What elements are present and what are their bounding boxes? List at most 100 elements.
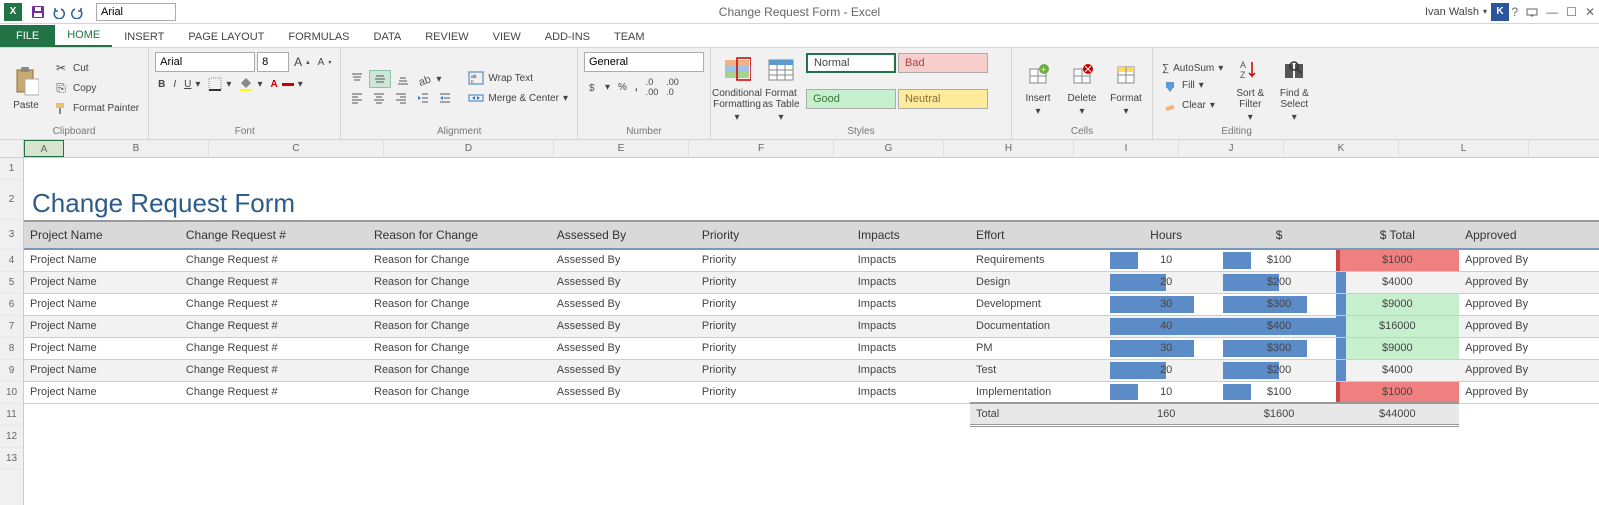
tab-view[interactable]: VIEW (481, 27, 533, 47)
undo-button[interactable] (48, 2, 68, 22)
merge-center-button[interactable]: Merge & Center ▾ (465, 89, 571, 107)
align-center-button[interactable] (369, 90, 389, 106)
cell[interactable]: Project Name (24, 293, 180, 315)
style-normal[interactable]: Normal (806, 53, 896, 73)
table-row[interactable]: Project NameChange Request #Reason for C… (24, 249, 1599, 271)
cell[interactable]: Impacts (852, 337, 970, 359)
cell[interactable]: Priority (696, 249, 852, 271)
cell-dollar[interactable]: $400 (1223, 315, 1336, 337)
tab-review[interactable]: REVIEW (413, 27, 480, 47)
close-button[interactable]: ✕ (1585, 5, 1595, 19)
cell[interactable]: Requirements (970, 249, 1110, 271)
minimize-button[interactable]: — (1546, 5, 1558, 19)
cell[interactable]: Project Name (24, 315, 180, 337)
table-row[interactable]: Project NameChange Request #Reason for C… (24, 359, 1599, 381)
conditional-formatting-button[interactable]: Conditional Formatting ▾ (717, 52, 757, 124)
align-top-button[interactable] (347, 70, 367, 88)
style-good[interactable]: Good (806, 89, 896, 109)
tab-home[interactable]: HOME (55, 25, 112, 47)
underline-button[interactable]: U ▾ (181, 76, 203, 92)
cell[interactable]: Priority (696, 293, 852, 315)
increase-decimal-button[interactable]: .0.00 (643, 76, 662, 98)
cell[interactable]: Change Request # (180, 293, 368, 315)
clear-button[interactable]: Clear ▾ (1159, 97, 1226, 115)
cell-dollar[interactable]: $200 (1223, 271, 1336, 293)
redo-button[interactable] (68, 2, 88, 22)
cell[interactable]: PM (970, 337, 1110, 359)
cell[interactable]: Implementation (970, 381, 1110, 403)
cell-dollar[interactable]: $300 (1223, 293, 1336, 315)
column-header-B[interactable]: B (64, 140, 209, 157)
cell-dollar[interactable]: $300 (1223, 337, 1336, 359)
table-header[interactable]: Approved (1459, 221, 1599, 249)
bold-button[interactable]: B (155, 76, 168, 92)
cell-dollar[interactable]: $100 (1223, 381, 1336, 403)
cell[interactable]: Change Request # (180, 359, 368, 381)
cell-hours[interactable]: 40 (1110, 315, 1223, 337)
cell-hours[interactable]: 20 (1110, 359, 1223, 381)
align-middle-button[interactable] (369, 70, 391, 88)
percent-button[interactable]: % (615, 76, 630, 98)
cell-hours[interactable]: 10 (1110, 381, 1223, 403)
tab-formulas[interactable]: FORMULAS (276, 27, 361, 47)
format-painter-button[interactable]: Format Painter (50, 99, 142, 117)
table-row[interactable]: Project NameChange Request #Reason for C… (24, 315, 1599, 337)
decrease-decimal-button[interactable]: .00.0 (663, 76, 682, 98)
tab-data[interactable]: DATA (362, 27, 414, 47)
cell[interactable]: Reason for Change (368, 359, 551, 381)
column-header-H[interactable]: H (944, 140, 1074, 157)
font-color-button[interactable]: A ▾ (267, 76, 305, 92)
accounting-format-button[interactable]: $ ▾ (584, 76, 613, 98)
cell[interactable]: Impacts (852, 293, 970, 315)
tab-page-layout[interactable]: PAGE LAYOUT (176, 27, 276, 47)
cell[interactable]: Development (970, 293, 1110, 315)
copy-button[interactable]: ⎘Copy (50, 79, 142, 97)
align-right-button[interactable] (391, 90, 411, 106)
cell[interactable]: Impacts (852, 249, 970, 271)
cell-dollar[interactable]: $200 (1223, 359, 1336, 381)
cell-total[interactable]: $4000 (1336, 271, 1460, 293)
cell[interactable]: Design (970, 271, 1110, 293)
column-header-K[interactable]: K (1284, 140, 1399, 157)
tab-file[interactable]: FILE (0, 25, 55, 47)
borders-button[interactable]: ▾ (205, 76, 234, 92)
wrap-text-button[interactable]: abcWrap Text (465, 69, 571, 87)
cell[interactable]: Change Request # (180, 381, 368, 403)
cell[interactable]: Test (970, 359, 1110, 381)
user-account[interactable]: Ivan Walsh ▾ K (1425, 3, 1509, 21)
cell[interactable]: Impacts (852, 381, 970, 403)
cell[interactable]: Impacts (852, 315, 970, 337)
cell[interactable]: Assessed By (551, 359, 696, 381)
cell[interactable]: Approved By (1459, 337, 1599, 359)
cut-button[interactable]: ✂Cut (50, 59, 142, 77)
cell-total[interactable]: $4000 (1336, 359, 1460, 381)
ribbon-options-button[interactable] (1526, 6, 1538, 18)
cell[interactable]: Assessed By (551, 271, 696, 293)
cell[interactable]: Change Request # (180, 337, 368, 359)
cell[interactable]: Reason for Change (368, 337, 551, 359)
find-select-button[interactable]: Find & Select ▾ (1274, 52, 1314, 124)
number-format-select[interactable] (584, 52, 704, 72)
column-header-C[interactable]: C (209, 140, 384, 157)
cell-hours[interactable]: 30 (1110, 337, 1223, 359)
table-header[interactable]: Priority (696, 221, 852, 249)
column-header-A[interactable]: A (24, 140, 64, 157)
cell[interactable]: Assessed By (551, 249, 696, 271)
paste-button[interactable]: Paste (6, 52, 46, 124)
cell[interactable]: Priority (696, 271, 852, 293)
cell[interactable]: Change Request # (180, 249, 368, 271)
cell[interactable]: Priority (696, 359, 852, 381)
cell[interactable]: Reason for Change (368, 271, 551, 293)
increase-indent-button[interactable] (435, 90, 455, 106)
tab-team[interactable]: TEAM (602, 27, 657, 47)
delete-cells-button[interactable]: Delete ▾ (1062, 52, 1102, 124)
maximize-button[interactable]: ☐ (1566, 5, 1577, 19)
format-cells-button[interactable]: Format ▾ (1106, 52, 1146, 124)
column-header-G[interactable]: G (834, 140, 944, 157)
fill-color-button[interactable]: ▾ (236, 76, 265, 92)
cell[interactable]: Approved By (1459, 249, 1599, 271)
help-button[interactable]: ? (1511, 5, 1518, 19)
style-neutral[interactable]: Neutral (898, 89, 988, 109)
data-table[interactable]: Project NameChange Request #Reason for C… (24, 220, 1599, 427)
table-row[interactable]: Project NameChange Request #Reason for C… (24, 271, 1599, 293)
